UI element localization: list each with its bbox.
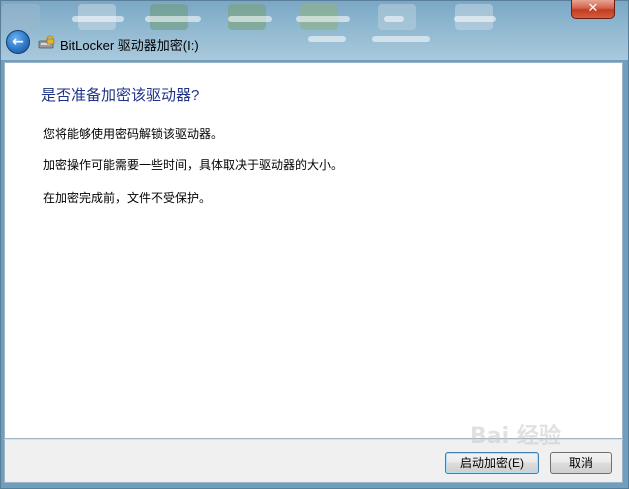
close-button[interactable]: ✕ bbox=[571, 0, 615, 19]
info-text: 加密操作可能需要一些时间，具体取决于驱动器的大小。 bbox=[43, 158, 344, 172]
bitlocker-drive-icon bbox=[38, 35, 55, 49]
cancel-button[interactable]: 取消 bbox=[550, 452, 612, 474]
title-bar: ← BitLocker 驱动器加密(I:) bbox=[0, 24, 629, 62]
back-button[interactable]: ← bbox=[6, 30, 30, 54]
start-encryption-button[interactable]: 启动加密(E) bbox=[445, 452, 539, 474]
info-text: 在加密完成前，文件不受保护。 bbox=[43, 191, 212, 205]
content-pane: 是否准备加密该驱动器? 您将能够使用密码解锁该驱动器。 加密操作可能需要一些时间… bbox=[4, 62, 623, 439]
page-heading: 是否准备加密该驱动器? bbox=[41, 87, 200, 104]
info-text: 您将能够使用密码解锁该驱动器。 bbox=[43, 127, 224, 141]
close-icon: ✕ bbox=[587, 1, 599, 16]
window-title: BitLocker 驱动器加密(I:) bbox=[60, 38, 199, 53]
back-arrow-icon: ← bbox=[12, 34, 24, 50]
watermark: Bai 经验 bbox=[470, 424, 561, 449]
